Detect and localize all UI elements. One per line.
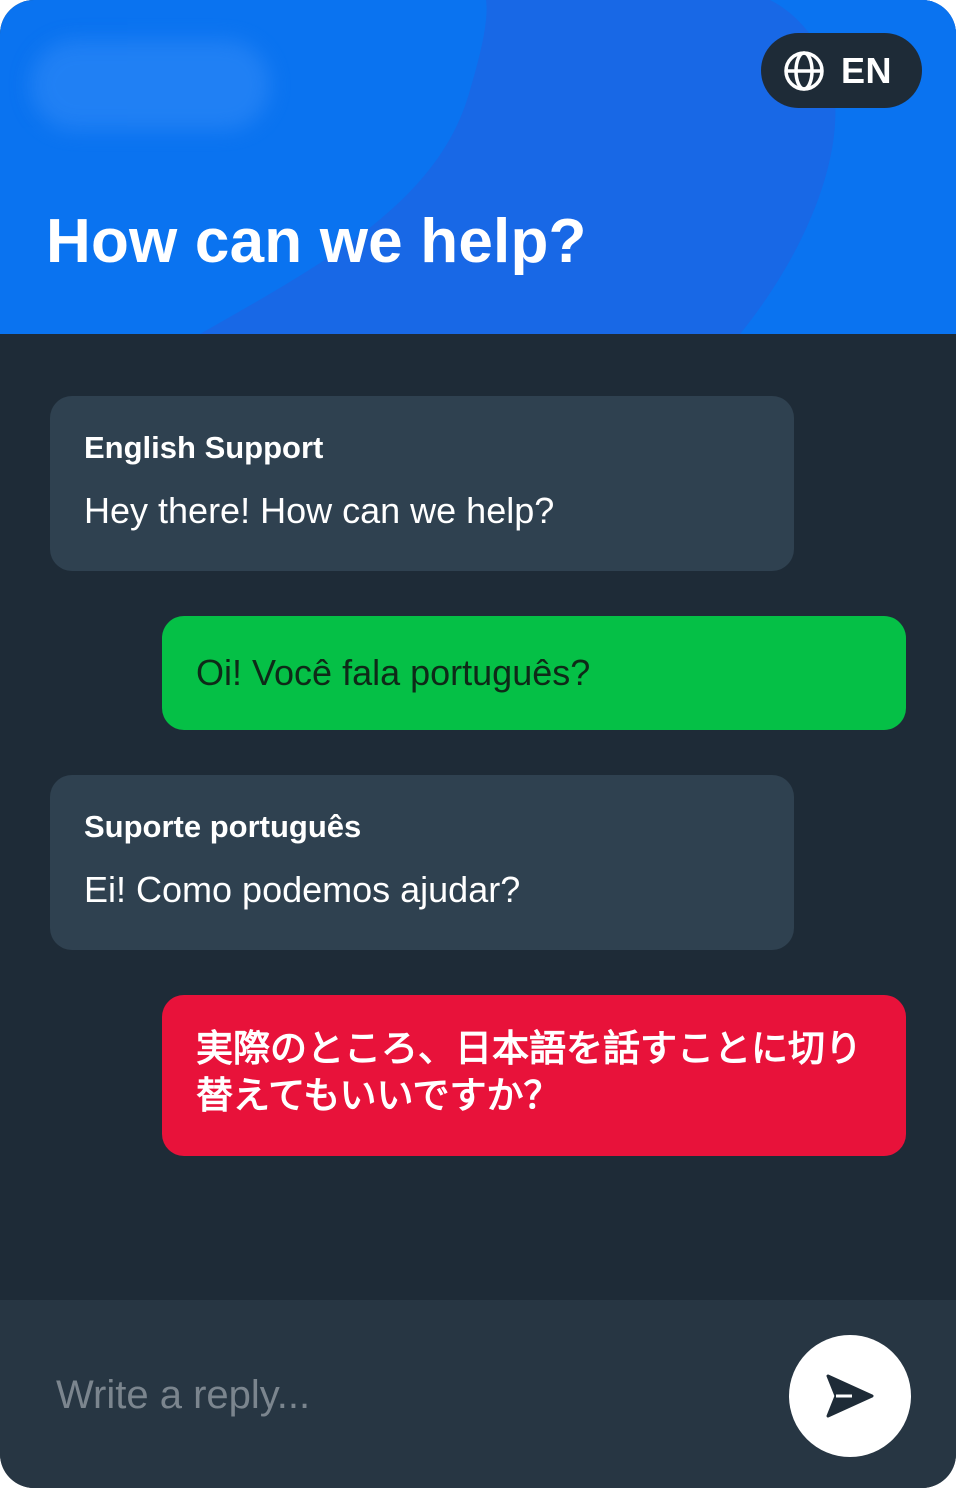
message-text: 実際のところ、日本語を話すことに切り替えてもいいですか？ (196, 1028, 862, 1116)
header-blurred-logo (30, 40, 270, 130)
user-message-bubble: 実際のところ、日本語を話すことに切り替えてもいいですか？ (162, 995, 906, 1156)
reply-composer (0, 1300, 956, 1488)
chat-header: EN How can we help? (0, 0, 956, 334)
user-message-bubble: Oi! Você fala português? (162, 616, 906, 730)
message-sender: Suporte português (84, 809, 362, 844)
agent-message-bubble: English Support Hey there! How can we he… (50, 396, 794, 571)
agent-message-bubble: Suporte português Ei! Como podemos ajuda… (50, 775, 794, 950)
language-selector-button[interactable]: EN (761, 33, 922, 108)
message-sender: English Support (84, 430, 324, 465)
send-icon (826, 1374, 874, 1418)
chat-widget: EN How can we help? English Support Hey … (0, 0, 956, 1488)
page-title: How can we help? (46, 207, 587, 276)
message-text: Ei! Como podemos ajudar? (84, 869, 521, 910)
language-label: EN (841, 49, 893, 91)
globe-icon (784, 50, 824, 91)
message-text: Oi! Você fala português? (196, 652, 591, 693)
message-text: Hey there! How can we help? (84, 490, 555, 531)
send-button[interactable] (789, 1335, 911, 1457)
reply-input[interactable] (56, 1360, 736, 1430)
